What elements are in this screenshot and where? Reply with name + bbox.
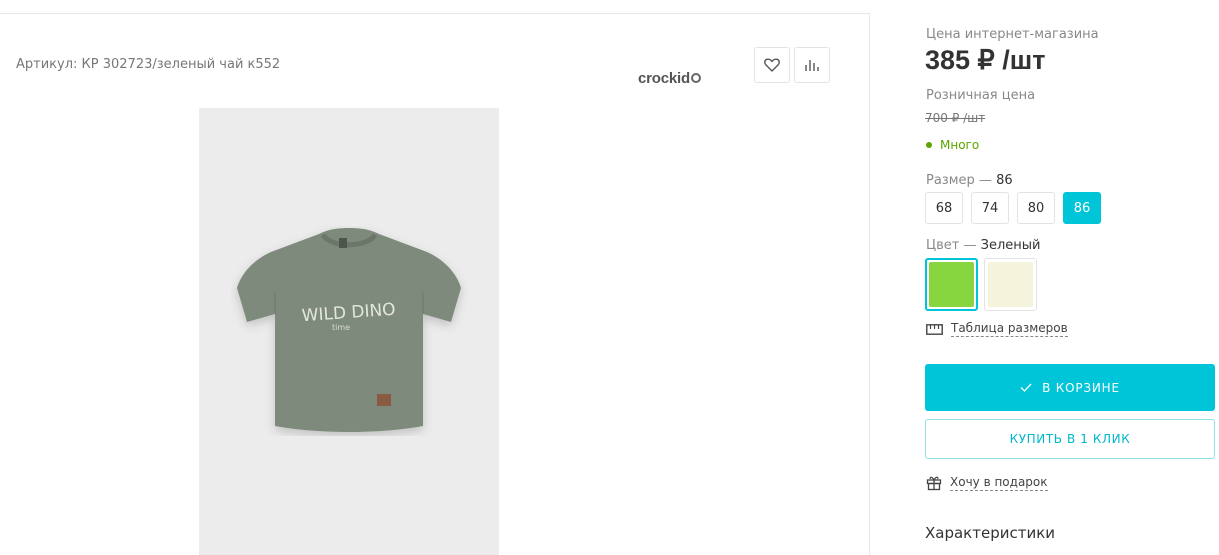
size-table-link[interactable]: Таблица размеров [926, 321, 1068, 337]
characteristics-heading: Характеристики [925, 524, 1056, 542]
size-options: 68 74 80 86 [925, 192, 1101, 224]
brand-logo[interactable]: crockid [638, 70, 701, 87]
selected-color: Зеленый [980, 238, 1041, 253]
color-options [925, 258, 1037, 311]
size-table-text: Таблица размеров [951, 321, 1068, 337]
online-price-label: Цена интернет-магазина [926, 27, 1099, 42]
size-option-68[interactable]: 68 [925, 192, 963, 224]
size-option-80[interactable]: 80 [1017, 192, 1055, 224]
selected-size: 86 [996, 173, 1013, 188]
product-photo[interactable]: WILD DINO time [199, 108, 499, 555]
stock-text: Много [940, 138, 980, 152]
add-to-favorites-button[interactable] [754, 47, 790, 83]
in-cart-button[interactable]: В КОРЗИНЕ [925, 364, 1215, 411]
gift-link[interactable]: Хочу в подарок [926, 475, 1048, 491]
stock-dot-icon [926, 142, 932, 148]
color-swatch-cream[interactable] [984, 258, 1037, 311]
gift-icon [926, 476, 942, 491]
color-swatch-green[interactable] [925, 258, 978, 311]
compare-button[interactable] [794, 47, 830, 83]
retail-price: 700 ₽ /шт [925, 111, 986, 125]
size-option-86[interactable]: 86 [1063, 192, 1101, 224]
tshirt-image: WILD DINO time [237, 228, 461, 432]
svg-text:time: time [332, 323, 350, 332]
ruler-icon [926, 323, 943, 335]
color-swatch-fill [988, 262, 1033, 307]
check-icon [1020, 383, 1032, 392]
heart-icon [764, 58, 780, 72]
bar-chart-icon [805, 60, 819, 71]
online-price: 385 ₽ /шт [925, 45, 1046, 75]
size-option-74[interactable]: 74 [971, 192, 1009, 224]
color-swatch-fill [929, 262, 974, 307]
buy-one-click-button[interactable]: КУПИТЬ В 1 КЛИК [925, 419, 1215, 459]
color-selection-label: Цвет — Зеленый [926, 238, 1041, 253]
gift-text: Хочу в подарок [950, 475, 1048, 491]
size-selection-label: Размер — 86 [926, 173, 1013, 188]
in-cart-label: В КОРЗИНЕ [1042, 380, 1120, 395]
product-sku: Артикул: КР 302723/зеленый чай к552 [16, 57, 281, 72]
product-gallery-card: Артикул: КР 302723/зеленый чай к552 croc… [0, 13, 870, 555]
stock-status: Много [926, 138, 979, 152]
retail-price-label: Розничная цена [926, 88, 1036, 103]
